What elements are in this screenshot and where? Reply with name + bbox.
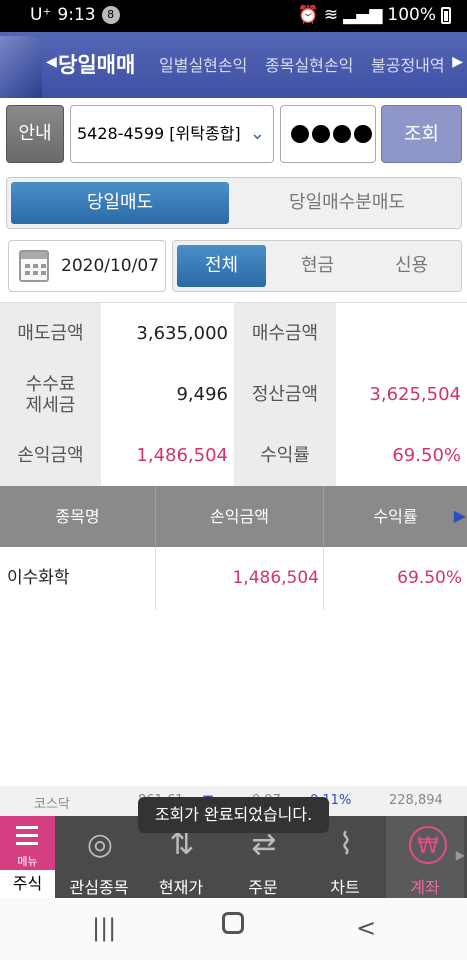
fee-tax-value: 9,496 [101, 364, 234, 425]
col-return: 수익률 [373, 507, 418, 526]
settle-amount-label: 정산금액 [234, 364, 336, 425]
return-value: 69.50% [336, 425, 467, 486]
hamburger-icon [16, 826, 38, 850]
tab-today-buy-sell[interactable]: 당일매수분매도 [237, 182, 457, 224]
ticker-index-name: 코스닥 [34, 797, 70, 812]
account-select[interactable]: 5428-4599 [위탁종합] ⌄ [70, 105, 274, 163]
calendar-icon [19, 250, 49, 282]
fee-label: 수수료 [25, 373, 76, 395]
scroll-right-icon[interactable]: ▶ [454, 506, 466, 525]
won-icon: ₩ [409, 826, 447, 864]
sell-amount-value: 3,635,000 [101, 303, 234, 364]
tab-stock-realized-pnl[interactable]: 종목실현손익 [265, 52, 353, 76]
time-label: 9:13 [57, 5, 96, 25]
nav-watchlist[interactable]: ◎ 관심종목 [58, 816, 140, 898]
system-nav-bar: ||| < [0, 898, 467, 960]
status-bar: U⁺ 9:13 8 ⏰ ≋ ▂▄▆ 100% [0, 0, 467, 32]
ticker-volume: 228,894 [389, 793, 443, 808]
account-number: 5428-4599 [위탁종합] [77, 124, 241, 143]
table-header: 종목명 손익금액 수익률 ▶ [0, 486, 467, 547]
nav-watchlist-label: 관심종목 [69, 878, 129, 897]
summary-row-fee: 수수료 제세금 9,496 정산금액 3,625,504 [0, 364, 467, 425]
password-mask [291, 125, 372, 143]
filter-all[interactable]: 전체 [177, 245, 266, 287]
nav-account[interactable]: ₩ 계좌 [386, 816, 464, 898]
toast-message: 조회가 완료되었습니다. [138, 797, 329, 833]
buy-amount-label: 매수금액 [234, 303, 336, 364]
filter-cash[interactable]: 현금 [273, 245, 362, 287]
password-field[interactable] [280, 105, 376, 163]
signal-icon: ▂▄▆ [343, 5, 383, 25]
sell-amount-label: 매도금액 [0, 303, 101, 364]
table-row[interactable]: 이수화학 1,486,504 69.50% [0, 547, 467, 610]
buy-amount-value [336, 303, 467, 364]
summary-row-sell: 매도금액 3,635,000 매수금액 [0, 303, 467, 364]
scroll-right-icon[interactable]: ▶ [452, 54, 463, 70]
stock-tab[interactable]: 주식 [0, 870, 55, 898]
wifi-icon: ≋ [323, 5, 339, 25]
col-pnl: 손익금액 [210, 507, 269, 526]
filter-credit[interactable]: 신용 [367, 245, 456, 287]
carrier-label: U⁺ [30, 5, 52, 25]
scroll-right-icon[interactable]: ▶ [456, 848, 465, 862]
query-button[interactable]: 조회 [381, 105, 462, 163]
nav-chart-label: 차트 [330, 878, 360, 897]
nav-account-label: 계좌 [410, 878, 440, 897]
col-stock-name: 종목명 [55, 507, 100, 526]
nav-order-label: 주문 [248, 878, 278, 897]
sell-type-toggle: 당일매도 당일매수분매도 [6, 177, 462, 229]
menu-label: 메뉴 [17, 855, 38, 868]
tax-label: 제세금 [25, 394, 76, 416]
date-value: 2020/10/07 [61, 256, 159, 276]
tab-today-sell[interactable]: 당일매도 [11, 182, 229, 224]
date-picker[interactable]: 2020/10/07 [8, 240, 166, 292]
chart-icon: ⌇ [338, 827, 354, 862]
pnl-label: 손익금액 [0, 425, 101, 486]
watchlist-icon: ◎ [86, 827, 114, 862]
back-icon[interactable]: < [356, 914, 376, 942]
summary-row-pnl: 손익금액 1,486,504 수익률 69.50% [0, 425, 467, 486]
guide-button[interactable]: 안내 [6, 105, 64, 163]
header-tab-bar: ◀ 당일매매 일별실현손익 종목실현손익 불공정내역 ▶ [0, 32, 467, 98]
scroll-left-icon[interactable]: ◀ [46, 54, 57, 70]
battery-label: 100% [387, 5, 436, 25]
credit-filter: 전체 현금 신용 [172, 240, 462, 292]
chevron-down-icon: ⌄ [249, 123, 265, 144]
tab-unfair-trade[interactable]: 불공정내역 [371, 52, 445, 76]
row-pnl: 1,486,504 [232, 568, 319, 588]
nav-current-price-label: 현재가 [158, 878, 204, 897]
fee-tax-label: 수수료 제세금 [0, 364, 101, 425]
settle-amount-value: 3,625,504 [336, 364, 467, 425]
row-return: 69.50% [397, 568, 462, 588]
row-stock-name: 이수화학 [7, 568, 70, 588]
battery-icon [441, 6, 451, 24]
header-decoration [0, 36, 42, 98]
return-label: 수익률 [234, 425, 336, 486]
alarm-icon: ⏰ [297, 5, 319, 25]
pnl-value: 1,486,504 [101, 425, 234, 486]
tab-today-trades[interactable]: 당일매매 [58, 49, 135, 79]
notification-badge: 8 [101, 6, 120, 24]
home-icon[interactable] [222, 912, 244, 934]
menu-button[interactable]: 메뉴 [0, 816, 55, 870]
tab-daily-realized-pnl[interactable]: 일별실현손익 [159, 52, 247, 76]
recent-apps-icon[interactable]: ||| [92, 914, 116, 942]
